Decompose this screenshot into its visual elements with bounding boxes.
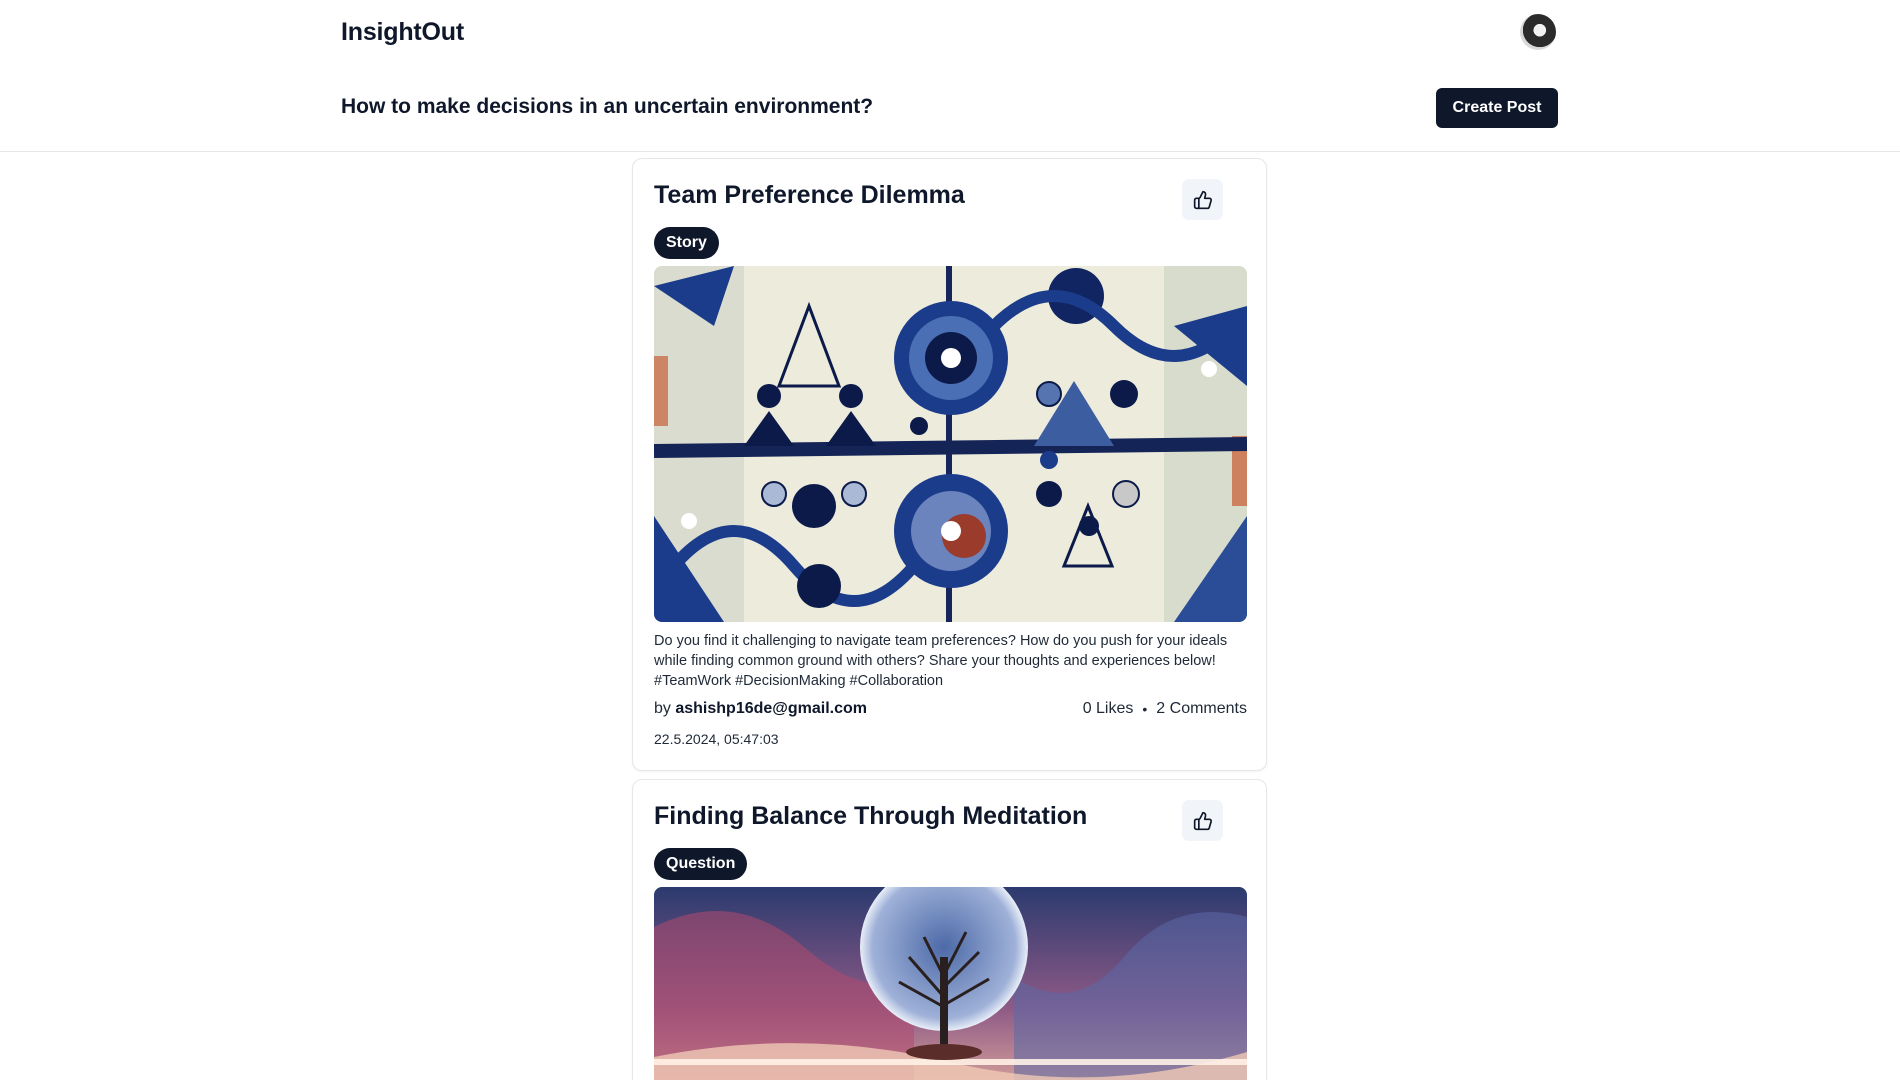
post-title[interactable]: Team Preference Dilemma — [654, 181, 965, 210]
user-avatar[interactable] — [1520, 14, 1556, 50]
author-email[interactable]: ashishp16de@gmail.com — [675, 700, 867, 717]
post-card: Finding Balance Through Meditation Quest… — [632, 779, 1267, 1080]
post-tag: Question — [654, 848, 748, 880]
thumbs-up-icon — [1193, 811, 1212, 830]
post-timestamp: 22.5.2024, 05:47:03 — [654, 731, 779, 747]
brand-logo[interactable]: InsightOut — [341, 18, 464, 47]
by-label: by — [654, 700, 671, 717]
thumbs-up-icon — [1193, 190, 1212, 209]
comments-link[interactable]: 2 Comments — [1156, 700, 1247, 718]
stats-separator: • — [1142, 701, 1148, 717]
top-header: InsightOut How to make decisions in an u… — [0, 0, 1900, 152]
post-title[interactable]: Finding Balance Through Meditation — [654, 802, 1087, 831]
create-post-button[interactable]: Create Post — [1436, 88, 1558, 128]
post-body: Do you find it challenging to navigate t… — [654, 633, 1228, 689]
post-image — [654, 887, 1247, 1080]
like-button[interactable] — [1182, 800, 1223, 841]
page-question: How to make decisions in an uncertain en… — [341, 95, 874, 118]
post-card: Team Preference Dilemma Story Do you fin… — [632, 158, 1267, 771]
post-author: by ashishp16de@gmail.com — [654, 700, 867, 718]
app-root: InsightOut How to make decisions in an u… — [0, 0, 1900, 1080]
like-button[interactable] — [1182, 179, 1223, 220]
post-stats: 0 Likes • 2 Comments — [1083, 700, 1247, 718]
likes-count[interactable]: 0 Likes — [1083, 700, 1134, 718]
post-tag: Story — [654, 227, 719, 259]
post-image — [654, 266, 1247, 622]
post-meta: by ashishp16de@gmail.com 0 Likes • 2 Com… — [654, 700, 1247, 722]
